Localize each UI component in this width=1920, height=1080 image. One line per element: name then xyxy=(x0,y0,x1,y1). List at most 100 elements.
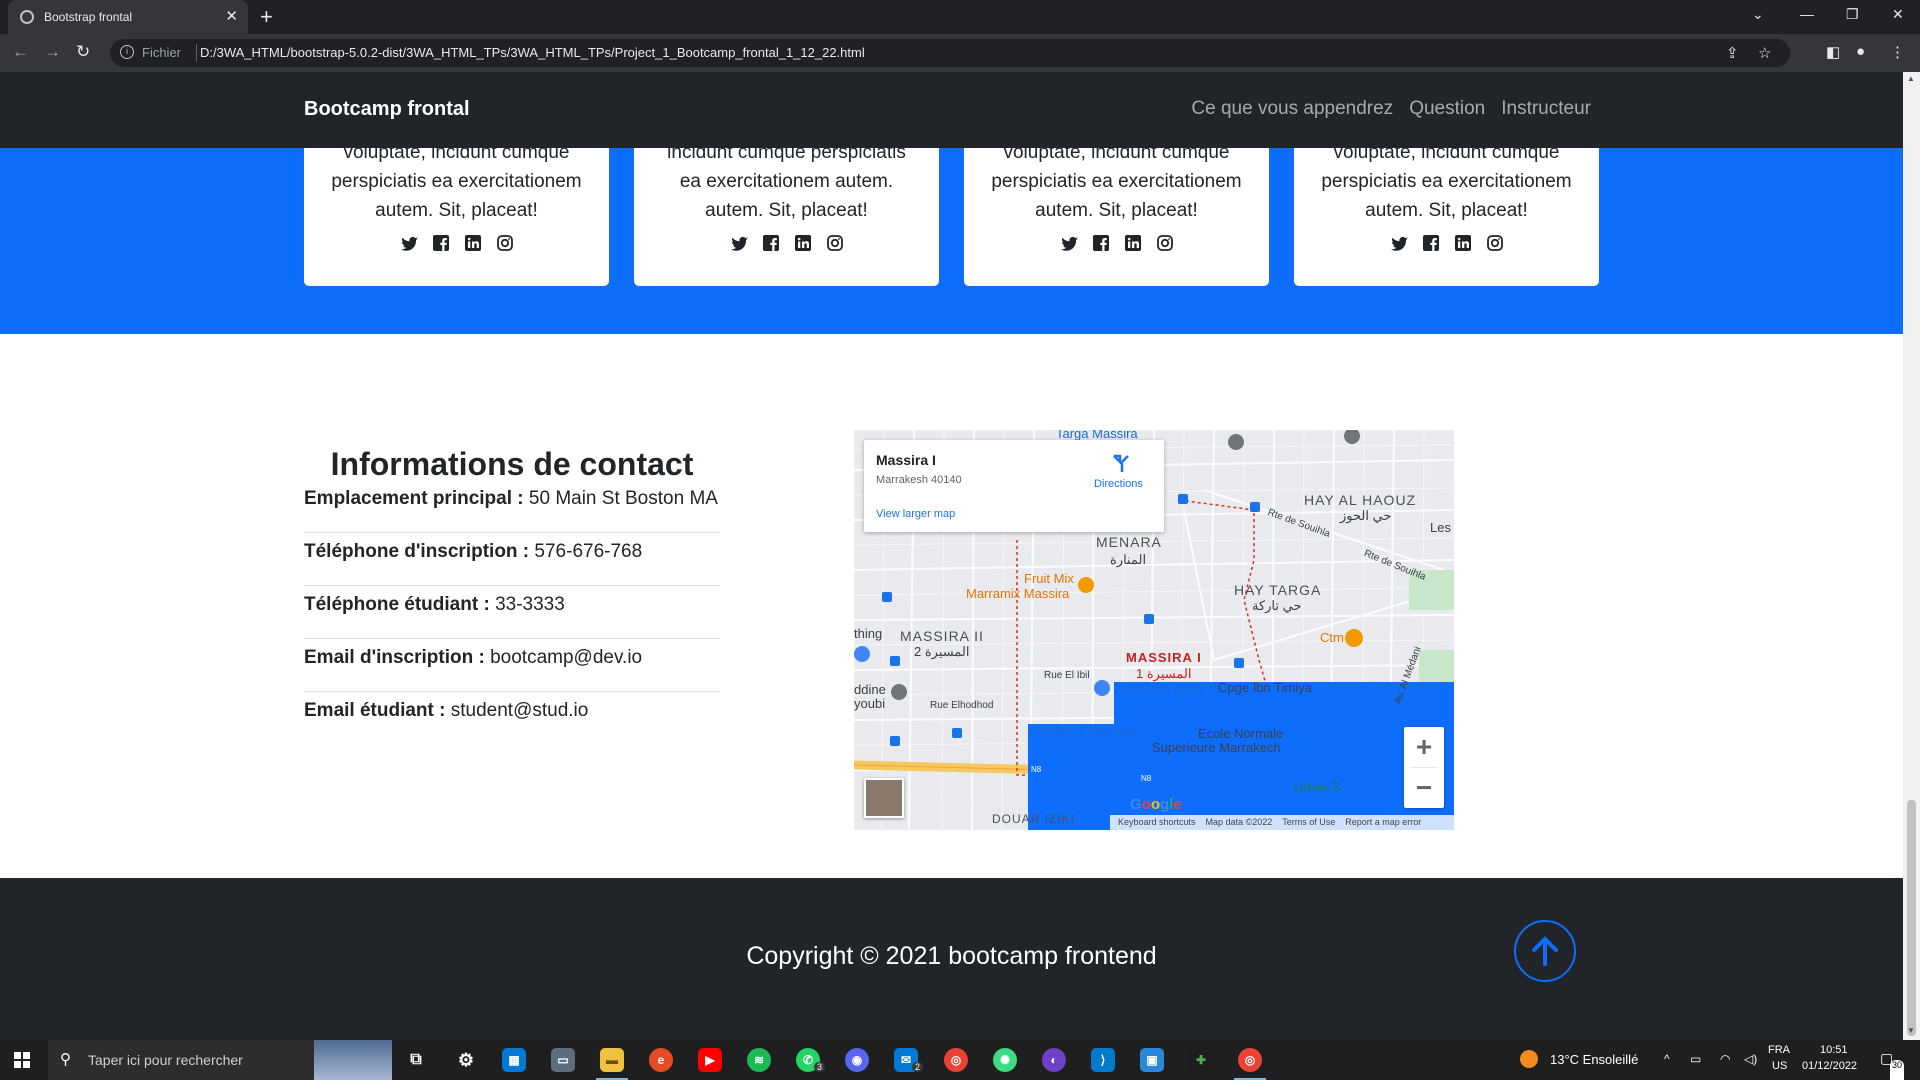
navbar-brand[interactable]: Bootcamp frontal xyxy=(304,98,470,121)
facebook-icon[interactable] xyxy=(762,234,780,252)
satellite-toggle[interactable] xyxy=(864,778,904,818)
window-close-icon[interactable]: ✕ xyxy=(1892,6,1904,23)
taskbar-search[interactable]: ⚲ Taper ici pour rechercher xyxy=(48,1040,392,1080)
contact-label: Téléphone d'inscription : xyxy=(304,541,530,562)
profile-icon[interactable]: ● xyxy=(1856,43,1865,60)
view-larger-map-link[interactable]: View larger map xyxy=(876,508,955,520)
keyboard-layout[interactable]: US xyxy=(1772,1060,1787,1080)
instagram-icon[interactable] xyxy=(1486,234,1504,252)
chrome-icon[interactable]: ◎ xyxy=(944,1048,968,1072)
arrow-up-icon xyxy=(1532,936,1558,966)
directions-icon[interactable] xyxy=(1110,452,1132,474)
chrome-active-icon[interactable]: ◎ xyxy=(1234,1048,1266,1080)
terms-of-use-link[interactable]: Terms of Use xyxy=(1282,815,1335,830)
address-bar[interactable]: i Fichier D:/3WA_HTML/bootstrap-5.0.2-di… xyxy=(110,39,1790,67)
search-icon: ⚲ xyxy=(60,1051,71,1068)
spotify-icon[interactable]: ≋ xyxy=(747,1048,771,1072)
close-tab-icon[interactable]: ✕ xyxy=(225,7,238,25)
clock-date[interactable]: 01/12/2022 xyxy=(1802,1060,1857,1080)
zoom-out-button[interactable]: − xyxy=(1404,768,1444,808)
facebook-icon[interactable] xyxy=(1422,234,1440,252)
contact-label: Téléphone étudiant : xyxy=(304,594,490,615)
nav-link-question[interactable]: Question xyxy=(1409,98,1485,120)
youtube-icon[interactable]: ▶ xyxy=(698,1048,722,1072)
github-desktop-icon[interactable]: ◐ xyxy=(1042,1048,1066,1072)
linkedin-icon[interactable] xyxy=(464,234,482,252)
map-label-n8: N8 xyxy=(1031,765,1042,774)
task-view-icon[interactable]: ⧉ xyxy=(404,1048,428,1072)
instagram-icon[interactable] xyxy=(1156,234,1174,252)
store-icon[interactable]: ▦ xyxy=(502,1048,526,1072)
zoom-in-button[interactable]: + xyxy=(1404,727,1444,767)
wifi-icon[interactable]: ◠ xyxy=(1720,1052,1730,1080)
url-text[interactable]: D:/3WA_HTML/bootstrap-5.0.2-dist/3WA_HTM… xyxy=(200,45,865,60)
scroll-up-arrow-icon[interactable]: ▲ xyxy=(1907,74,1915,83)
contact-title: Informations de contact xyxy=(330,446,694,482)
discord-icon[interactable]: ◉ xyxy=(845,1048,869,1072)
linkedin-icon[interactable] xyxy=(1454,234,1472,252)
nav-link-learn[interactable]: Ce que vous appendrez xyxy=(1191,98,1393,120)
browser-tab[interactable]: Bootstrap frontal ✕ xyxy=(8,0,248,34)
share-icon[interactable]: ⇪ xyxy=(1726,44,1739,62)
instructor-card: voluptate, incidunt cumque perspiciatis e… xyxy=(964,148,1269,286)
keyboard-shortcuts-link[interactable]: Keyboard shortcuts xyxy=(1118,815,1196,830)
new-tab-button[interactable]: + xyxy=(260,4,273,30)
page-scrollbar[interactable]: ▲ ▼ xyxy=(1903,72,1920,1040)
map-label-ecole-1: Ecole Normale xyxy=(1198,726,1284,741)
windows-taskbar: ⚲ Taper ici pour rechercher ⧉ ⚙ ▦ ▭ ▬ e … xyxy=(0,1040,1920,1080)
linkedin-icon[interactable] xyxy=(1124,234,1142,252)
browser-toolbar: ← → ↻ i Fichier D:/3WA_HTML/bootstrap-5.… xyxy=(0,34,1920,72)
virtual-desktop-icon[interactable]: ▭ xyxy=(551,1048,575,1072)
contact-row: Email d'inscription : bootcamp@dev.io xyxy=(304,639,720,692)
linkedin-icon[interactable] xyxy=(794,234,812,252)
reload-icon[interactable]: ↻ xyxy=(76,42,90,62)
twitter-icon[interactable] xyxy=(1390,234,1408,252)
weather-sun-icon[interactable] xyxy=(1520,1050,1538,1068)
photos-icon[interactable]: ▣ xyxy=(1140,1048,1164,1072)
facebook-icon[interactable] xyxy=(1092,234,1110,252)
google-logo: Google xyxy=(1130,796,1182,813)
scrollbar-thumb[interactable] xyxy=(1907,800,1916,1036)
contact-row-content: Téléphone étudiant : 33-3333 xyxy=(304,594,565,616)
back-to-top-button[interactable] xyxy=(1514,920,1576,982)
twitter-icon[interactable] xyxy=(400,234,418,252)
map-label-massira-ii-ar: المسيرة 2 xyxy=(914,644,970,659)
directions-link[interactable]: Directions xyxy=(1094,478,1143,490)
card-bio-line: perspiciatis ea exercitationem xyxy=(991,171,1242,192)
forward-icon[interactable]: → xyxy=(44,42,61,62)
file-explorer-icon[interactable]: ▬ xyxy=(596,1048,628,1080)
report-error-link[interactable]: Report a map error xyxy=(1345,815,1421,830)
weather-text[interactable]: 13°C Ensoleillé xyxy=(1550,1052,1638,1080)
instructor-card: incidunt cumque perspiciatis ea exercitat… xyxy=(634,148,939,286)
android-studio-icon[interactable]: ✺ xyxy=(993,1048,1017,1072)
minimize-icon[interactable]: — xyxy=(1800,6,1814,22)
card-social-links xyxy=(1294,234,1599,252)
twitter-icon[interactable] xyxy=(730,234,748,252)
app-plus-icon[interactable]: ✚ xyxy=(1189,1048,1213,1072)
bookmark-star-icon[interactable]: ☆ xyxy=(1758,44,1771,62)
scroll-down-arrow-icon[interactable]: ▼ xyxy=(1907,1026,1915,1035)
settings-icon[interactable]: ⚙ xyxy=(454,1048,478,1072)
card-social-links xyxy=(964,234,1269,252)
windows-start-icon[interactable] xyxy=(14,1052,30,1068)
site-info-icon[interactable]: i xyxy=(120,45,134,59)
facebook-icon[interactable] xyxy=(432,234,450,252)
map-footer-links: Keyboard shortcuts Map data ©2022 Terms … xyxy=(1110,815,1454,830)
tray-chevron-icon[interactable]: ^ xyxy=(1664,1052,1670,1080)
menu-kebab-icon[interactable]: ⋮ xyxy=(1890,43,1905,61)
restore-icon[interactable]: ❐ xyxy=(1846,6,1859,23)
notification-count: 30 xyxy=(1890,1060,1905,1080)
google-map[interactable]: Targa Massira HAY AL HAOUZ حي الحوز MENA… xyxy=(854,430,1454,830)
twitter-icon[interactable] xyxy=(1060,234,1078,252)
tab-search-icon[interactable]: ⌄ xyxy=(1752,6,1764,23)
map-label-menara-ar: المنارة xyxy=(1110,552,1147,567)
nav-link-instructor[interactable]: Instructeur xyxy=(1501,98,1591,120)
instagram-icon[interactable] xyxy=(496,234,514,252)
battery-icon[interactable]: ▭ xyxy=(1690,1052,1701,1080)
back-icon[interactable]: ← xyxy=(12,42,29,62)
instagram-icon[interactable] xyxy=(826,234,844,252)
side-panel-icon[interactable]: ◧ xyxy=(1826,43,1840,61)
edge-icon[interactable]: e xyxy=(649,1048,673,1072)
vscode-icon[interactable]: ⟩ xyxy=(1091,1048,1115,1072)
volume-icon[interactable]: ◁) xyxy=(1744,1052,1757,1080)
